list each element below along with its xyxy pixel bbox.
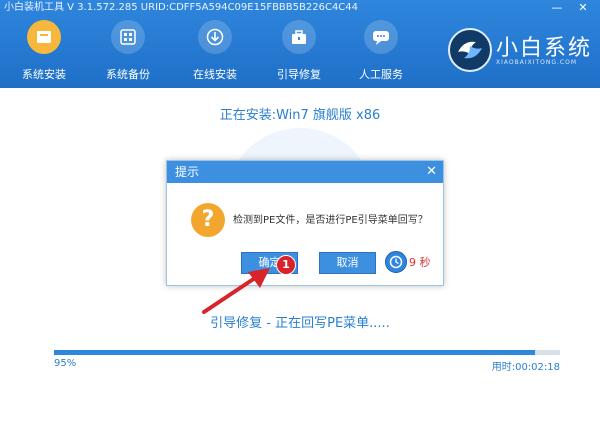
nav-system-install[interactable]: 系统安装 bbox=[4, 18, 84, 86]
progress-status: 引导修复 - 正在回写PE菜单..... bbox=[210, 316, 390, 331]
dialog-message: 检测到PE文件，是否进行PE引导菜单回写？ bbox=[233, 215, 428, 226]
question-icon: ? bbox=[191, 203, 225, 237]
nav-label: 引导修复 bbox=[277, 68, 321, 81]
toolbox-icon bbox=[282, 20, 316, 54]
brand: 小白系统 XIAOBAIXITONG.COM bbox=[448, 28, 598, 78]
dialog-title-bar: 提示 ✕ bbox=[167, 161, 443, 183]
window-title: 小白装机工具 V 3.1.572.285 URID:CDFF5A594C09E1… bbox=[4, 2, 359, 13]
brand-name: 小白系统 bbox=[496, 36, 593, 61]
system-install-icon bbox=[27, 20, 61, 54]
title-bar: 小白装机工具 V 3.1.572.285 URID:CDFF5A594C09E1… bbox=[0, 0, 600, 16]
nav-label: 系统安装 bbox=[22, 68, 66, 81]
progress-bar bbox=[54, 350, 560, 355]
nav-system-backup[interactable]: 系统备份 bbox=[88, 18, 168, 86]
install-title: 正在安装:Win7 旗舰版 x86 bbox=[219, 108, 381, 123]
backup-icon bbox=[111, 20, 145, 54]
elapsed-time: 用时:00:02:18 bbox=[491, 362, 560, 373]
nav-label: 在线安装 bbox=[193, 68, 237, 81]
cancel-button[interactable]: 取消 bbox=[319, 252, 376, 274]
progress-fill bbox=[54, 350, 535, 355]
progress-percent: 95% bbox=[54, 358, 77, 369]
nav-label: 系统备份 bbox=[106, 68, 150, 81]
countdown-icon bbox=[385, 251, 407, 273]
countdown-text: 9 秒 bbox=[409, 256, 431, 269]
chat-icon bbox=[364, 20, 398, 54]
download-icon bbox=[198, 20, 232, 54]
nav-online-install[interactable]: 在线安装 bbox=[175, 18, 255, 86]
close-window-icon[interactable]: ✕ bbox=[574, 0, 592, 16]
brand-subtitle: XIAOBAIXITONG.COM bbox=[496, 59, 577, 66]
nav-boot-repair[interactable]: 引导修复 bbox=[259, 18, 339, 86]
nav-manual-service[interactable]: 人工服务 bbox=[341, 18, 421, 86]
nav-label: 人工服务 bbox=[359, 68, 403, 81]
app-header: 小白装机工具 V 3.1.572.285 URID:CDFF5A594C09E1… bbox=[0, 0, 600, 88]
dialog-title: 提示 bbox=[175, 165, 200, 179]
dialog-close-icon[interactable]: ✕ bbox=[426, 161, 437, 183]
brand-logo-icon bbox=[448, 28, 492, 72]
minimize-icon[interactable]: — bbox=[548, 0, 566, 16]
pointer-arrow-icon bbox=[202, 268, 270, 314]
